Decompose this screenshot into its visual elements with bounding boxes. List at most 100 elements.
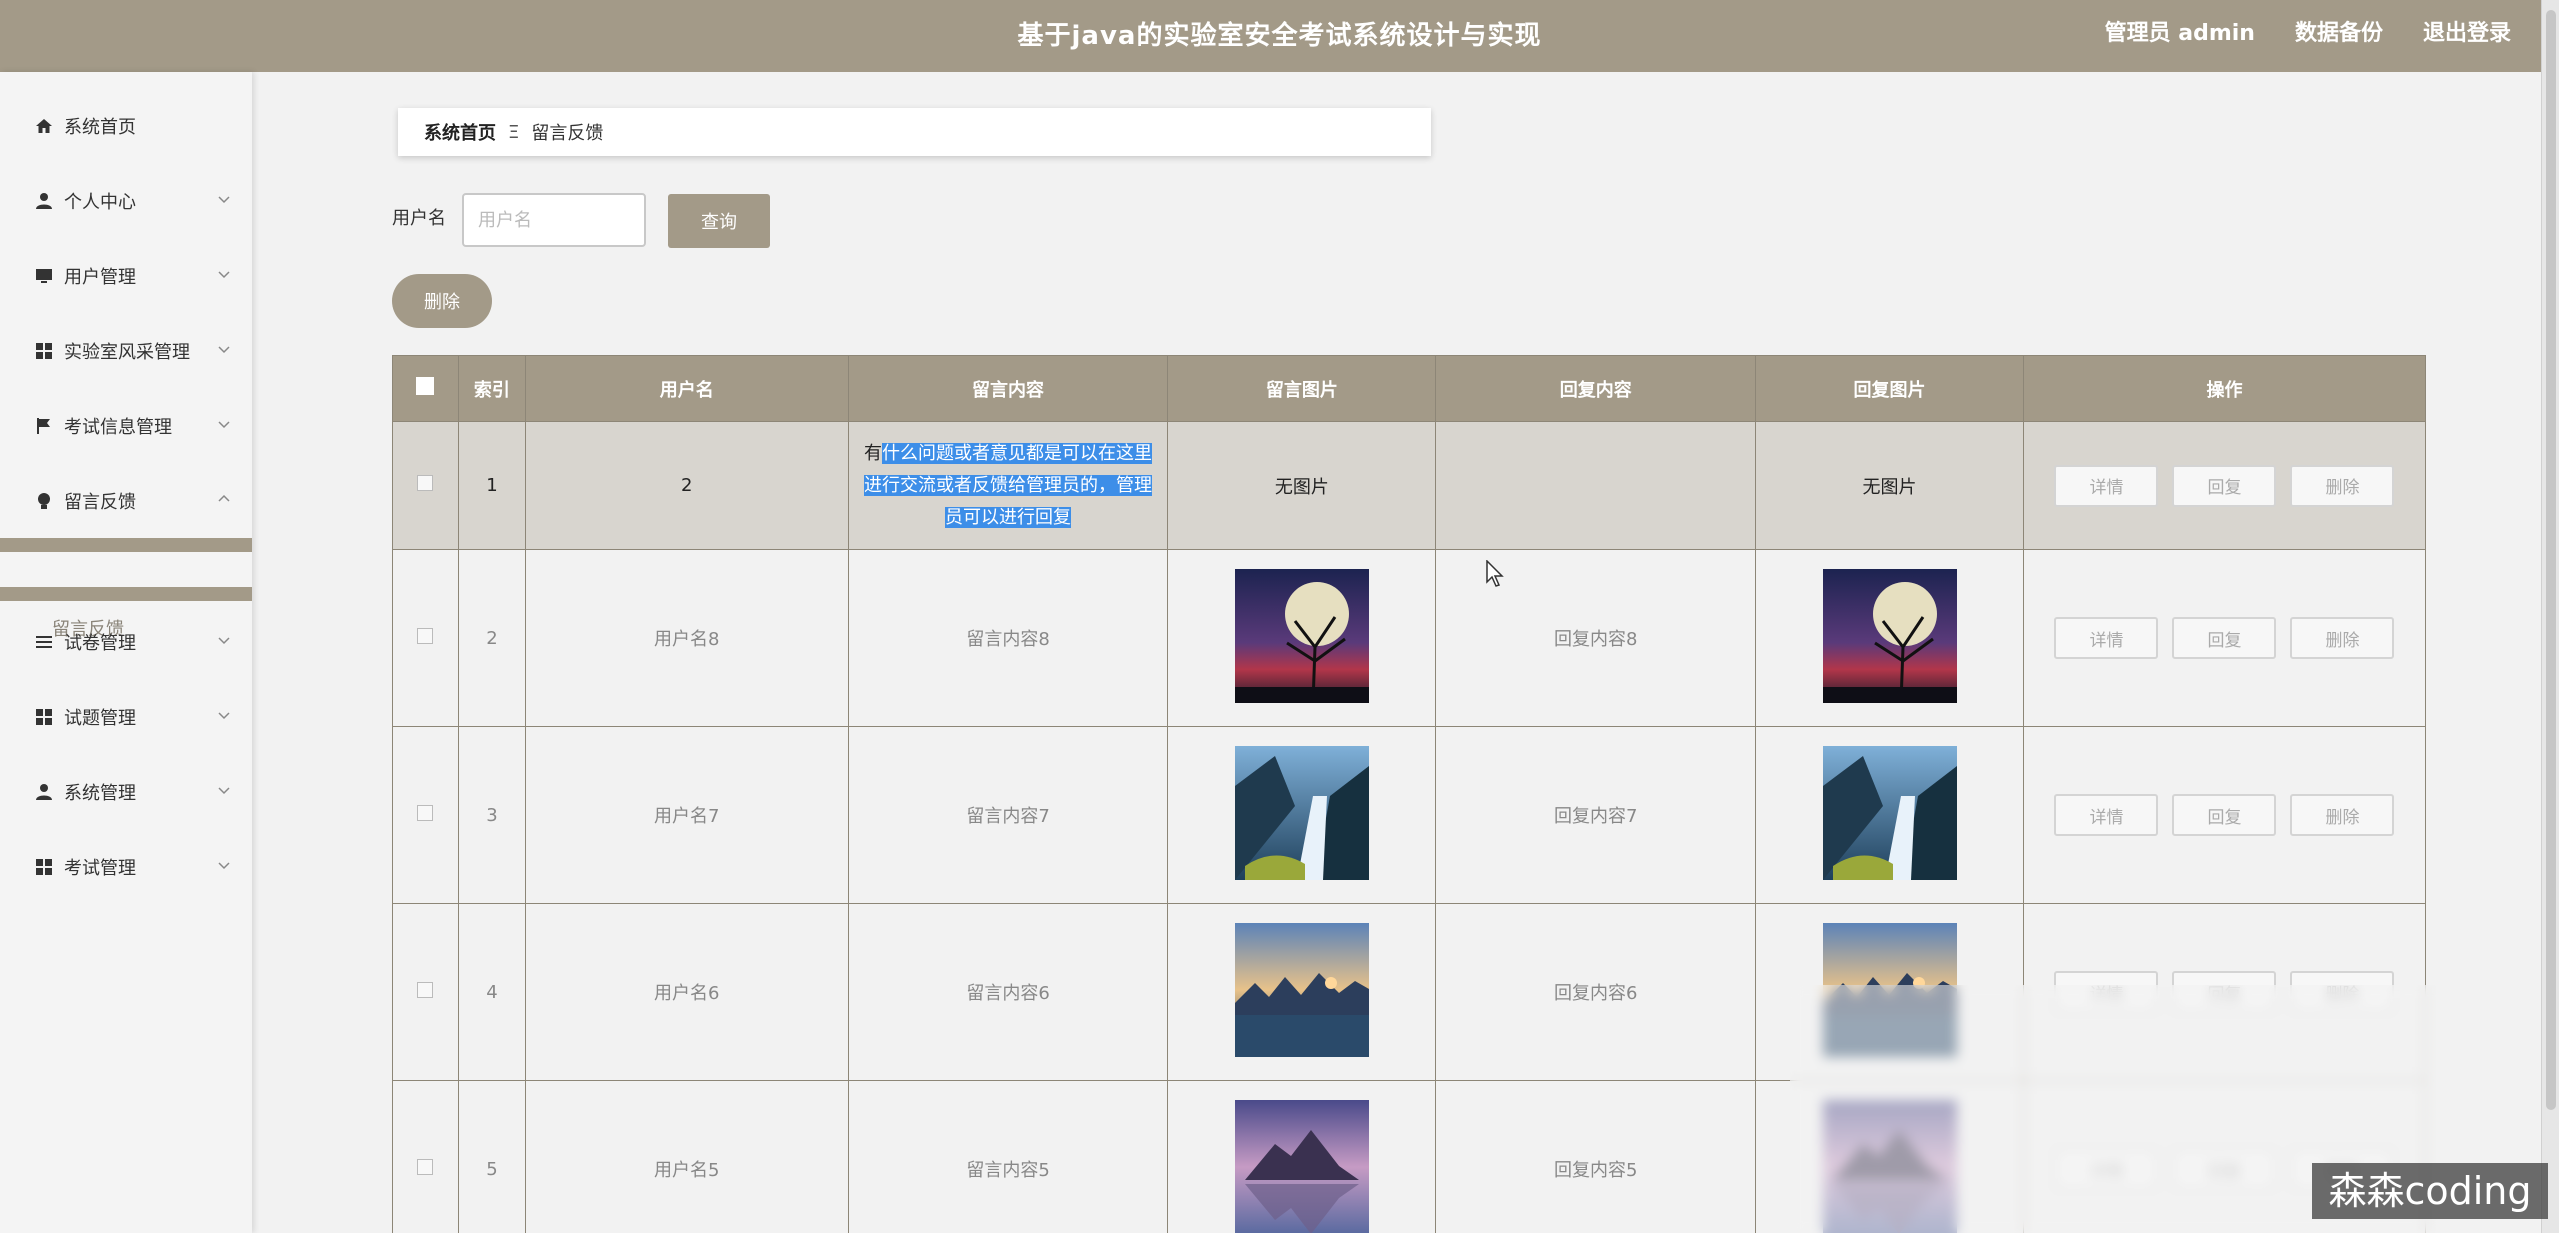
chevron-down-icon: [218, 196, 230, 204]
delete-button[interactable]: 删除: [2290, 464, 2395, 507]
delete-button[interactable]: 删除: [2290, 617, 2395, 659]
chevron-down-icon: [218, 421, 230, 429]
row-checkbox[interactable]: [417, 475, 434, 491]
sidebar-item-home[interactable]: 系统首页: [0, 106, 252, 146]
row-message-image: [1167, 1080, 1437, 1233]
breadcrumb: 系统首页 Ξ 留言反馈: [398, 108, 1431, 156]
row-message-image: [1167, 549, 1437, 727]
row-index: 1: [457, 421, 526, 550]
chevron-down-icon: [218, 862, 230, 870]
mountain-reflection-image[interactable]: [1234, 1099, 1369, 1233]
message-text-start: 有: [864, 442, 883, 464]
breadcrumb-current: 留言反馈: [531, 123, 604, 144]
chevron-down-icon: [218, 346, 230, 354]
sidebar-item-exam-info[interactable]: 考试信息管理: [0, 406, 252, 446]
breadcrumb-separator: Ξ: [508, 121, 520, 143]
grid-icon: [34, 707, 54, 727]
user-icon: [34, 191, 54, 211]
vertical-scrollbar[interactable]: [2541, 0, 2559, 1233]
delete-button[interactable]: 删除: [2290, 794, 2395, 836]
row-actions: 详情 回复 删除: [2022, 726, 2427, 904]
row-checkbox[interactable]: [417, 627, 434, 644]
row-username: 用户名6: [524, 903, 849, 1081]
row-username: 用户名7: [524, 726, 849, 904]
reply-button[interactable]: 回复: [2172, 464, 2277, 507]
row-reply-image: [1755, 549, 2024, 727]
sidebar-item-label: 系统管理: [64, 783, 136, 804]
sidebar-item-paper-management[interactable]: 试卷管理: [0, 622, 252, 662]
column-header: 操作: [2022, 355, 2427, 422]
sidebar-item-label: 实验室风采管理: [64, 342, 190, 363]
row-message-content: 留言内容7: [847, 726, 1169, 904]
sidebar-item-exam-management[interactable]: 考试管理: [0, 847, 252, 887]
detail-button[interactable]: 详情: [2054, 464, 2159, 507]
home-icon: [34, 116, 54, 136]
sidebar-item-label: 试卷管理: [64, 633, 136, 654]
column-header: 用户名: [524, 355, 849, 422]
breadcrumb-home[interactable]: 系统首页: [424, 119, 496, 145]
row-reply-content: 回复内容6: [1435, 903, 1757, 1081]
waterfall-image[interactable]: [1234, 745, 1369, 880]
table-row[interactable]: 2 用户名8 留言内容8 回复内容8 详情 回复 删除: [392, 549, 2427, 727]
row-actions: 详情 回复 删除: [2022, 421, 2427, 550]
sidebar-item-system-management[interactable]: 系统管理: [0, 772, 252, 812]
row-index: 4: [457, 903, 526, 1081]
grid-icon: [34, 341, 54, 361]
table-row[interactable]: 1 2 有什么问题或者意见都是可以在这里进行交流或者反馈给管理员的，管理员可以进…: [392, 421, 2427, 550]
row-actions: 详情 回复 删除: [2022, 549, 2427, 727]
row-message-image: [1167, 903, 1437, 1081]
chevron-down-icon: [218, 712, 230, 720]
row-reply-content: 回复内容7: [1435, 726, 1757, 904]
row-message-content: 留言内容6: [847, 903, 1169, 1081]
sidebar: 系统首页 个人中心 用户管理 实验室风采管理 考试信息管理 留言反馈 留言反馈 …: [0, 72, 252, 1233]
row-checkbox[interactable]: [417, 804, 434, 821]
sidebar-item-question-management[interactable]: 试题管理: [0, 697, 252, 737]
row-reply-image: [1755, 726, 2024, 904]
row-username: 用户名5: [524, 1080, 849, 1233]
query-button[interactable]: 查询: [668, 194, 770, 248]
detail-button[interactable]: 详情: [2054, 617, 2159, 659]
lake-sunset-image[interactable]: [1234, 922, 1369, 1057]
row-message-content: 留言内容5: [847, 1080, 1169, 1233]
top-header: 基于java的实验室安全考试系统设计与实现 管理员 admin 数据备份 退出登…: [0, 0, 2559, 72]
row-checkbox[interactable]: [417, 981, 434, 998]
column-header: 留言内容: [847, 355, 1169, 422]
moon-tree-image[interactable]: [1822, 568, 1957, 703]
sidebar-item-user-management[interactable]: 用户管理: [0, 256, 252, 296]
column-header: 留言图片: [1167, 355, 1437, 422]
data-backup-link[interactable]: 数据备份: [2295, 0, 2383, 68]
table-row[interactable]: 3 用户名7 留言内容7 回复内容7 详情 回复 删除: [392, 726, 2427, 904]
reply-button[interactable]: 回复: [2172, 617, 2277, 659]
sidebar-item-label: 留言反馈: [64, 492, 136, 513]
batch-delete-button[interactable]: 删除: [392, 274, 492, 328]
chevron-down-icon: [218, 787, 230, 795]
row-username: 2: [524, 421, 849, 550]
logout-link[interactable]: 退出登录: [2423, 0, 2511, 68]
row-index: 2: [457, 549, 526, 727]
row-checkbox[interactable]: [417, 1158, 434, 1175]
row-username: 用户名8: [524, 549, 849, 727]
scrollbar-thumb[interactable]: [2546, 10, 2556, 1110]
row-message-image: 无图片: [1167, 421, 1437, 550]
moon-tree-image[interactable]: [1234, 568, 1369, 703]
sidebar-item-personal-center[interactable]: 个人中心: [0, 181, 252, 221]
row-reply-image: 无图片: [1755, 421, 2024, 550]
user-icon: [34, 782, 54, 802]
select-all-checkbox[interactable]: [416, 377, 435, 395]
row-reply-content: 回复内容8: [1435, 549, 1757, 727]
detail-button[interactable]: 详情: [2054, 794, 2159, 836]
column-header: 索引: [457, 355, 526, 422]
sidebar-item-feedback[interactable]: 留言反馈: [0, 481, 252, 521]
reply-button[interactable]: 回复: [2172, 794, 2277, 836]
monitor-icon: [34, 266, 54, 286]
select-all-cell[interactable]: [392, 355, 459, 422]
row-index: 5: [457, 1080, 526, 1233]
row-message-content: 留言内容8: [847, 549, 1169, 727]
sidebar-item-label: 用户管理: [64, 267, 136, 288]
sidebar-item-lab-showcase[interactable]: 实验室风采管理: [0, 331, 252, 371]
admin-user-link[interactable]: 管理员 admin: [2105, 0, 2255, 68]
username-search-input[interactable]: [462, 193, 646, 247]
grid-icon: [34, 857, 54, 877]
chevron-down-icon: [218, 271, 230, 279]
waterfall-image[interactable]: [1822, 745, 1957, 880]
